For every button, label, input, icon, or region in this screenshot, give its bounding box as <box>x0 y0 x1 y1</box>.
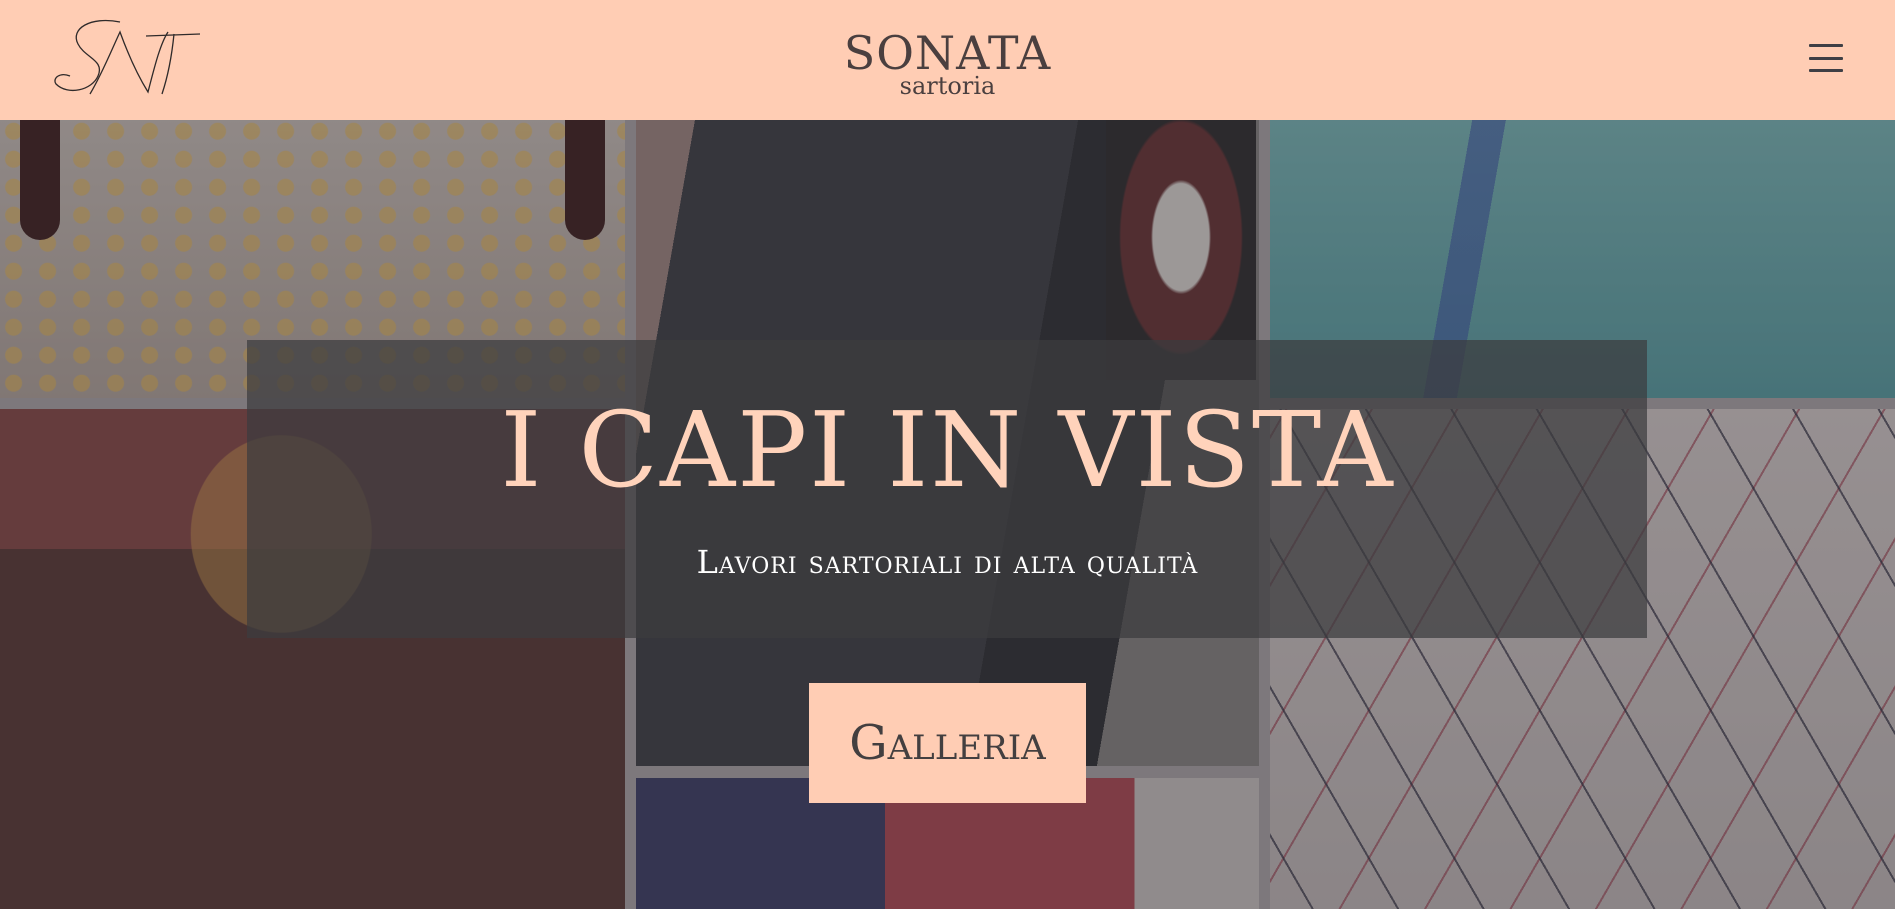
hero-section: I CAPI IN VISTA Lavori sartoriali di alt… <box>0 120 1895 909</box>
brand-name: SONATA <box>843 26 1052 80</box>
brand-logo[interactable]: SONATA sartoria <box>0 28 1895 98</box>
hamburger-menu-icon[interactable] <box>1809 44 1843 72</box>
site-header: SONATA sartoria <box>0 0 1895 120</box>
gallery-button[interactable]: Galleria <box>809 683 1086 803</box>
menu-bar <box>1809 56 1843 60</box>
menu-bar <box>1809 69 1843 72</box>
menu-bar <box>1809 44 1843 47</box>
brand-subtitle: sartoria <box>899 72 996 100</box>
hero-title: I CAPI IN VISTA <box>500 389 1395 511</box>
page: SONATA sartoria I CAPI IN VISTA Lavori s… <box>0 0 1895 909</box>
hero-subtitle: Lavori sartoriali di alta qualità <box>696 543 1199 581</box>
